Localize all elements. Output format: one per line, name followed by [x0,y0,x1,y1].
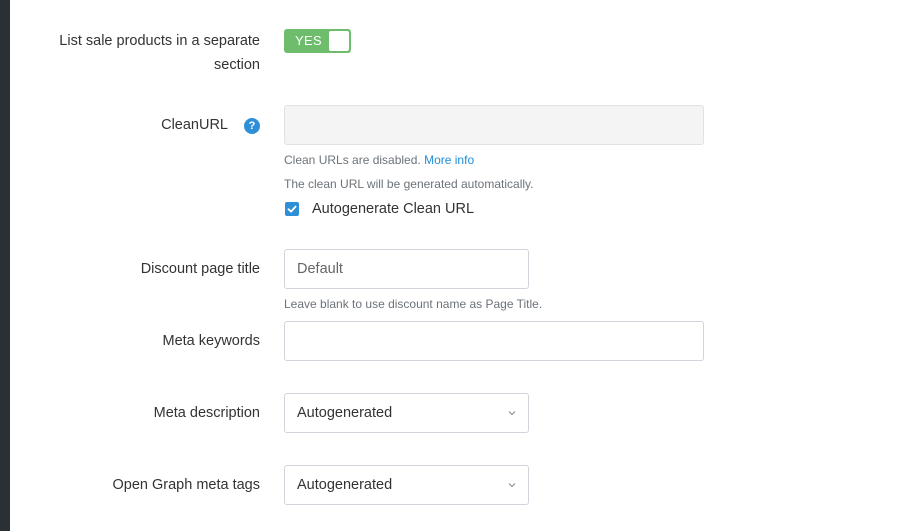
og-tags-label: Open Graph meta tags [112,477,261,493]
og-tags-value: Autogenerated [297,477,393,493]
meta-description-value: Autogenerated [297,405,393,421]
help-icon[interactable]: ? [244,118,260,134]
og-tags-select[interactable]: Autogenerated [284,465,529,505]
sale-products-label-line2: section [214,57,260,73]
autogenerate-clean-url-checkbox[interactable] [285,202,299,216]
more-info-link[interactable]: More info [424,153,474,167]
toggle-state-text: YES [295,33,322,48]
sale-products-label-line1: List sale products in a separate [59,33,260,49]
chevron-down-icon [508,483,516,488]
meta-description-label: Meta description [153,405,260,421]
sidebar-edge [0,0,10,531]
meta-keywords-input[interactable] [284,321,704,361]
meta-keywords-label: Meta keywords [162,333,260,349]
sale-products-toggle[interactable]: YES [284,29,351,53]
check-icon [287,205,297,213]
discount-title-label: Discount page title [140,261,260,277]
chevron-down-icon [508,411,516,416]
autogenerate-clean-url-label[interactable]: Autogenerate Clean URL [312,197,474,221]
clean-url-label: CleanURL [161,117,228,133]
clean-url-input[interactable] [284,105,704,145]
discount-title-hint: Leave blank to use discount name as Page… [284,297,543,311]
meta-description-select[interactable]: Autogenerated [284,393,529,433]
discount-title-input[interactable] [284,249,529,289]
toggle-knob [329,31,349,51]
clean-url-auto-note: The clean URL will be generated automati… [284,177,534,191]
clean-url-disabled-text: Clean URLs are disabled. [284,153,421,167]
clean-url-disabled-note: Clean URLs are disabled. More info [284,152,474,168]
